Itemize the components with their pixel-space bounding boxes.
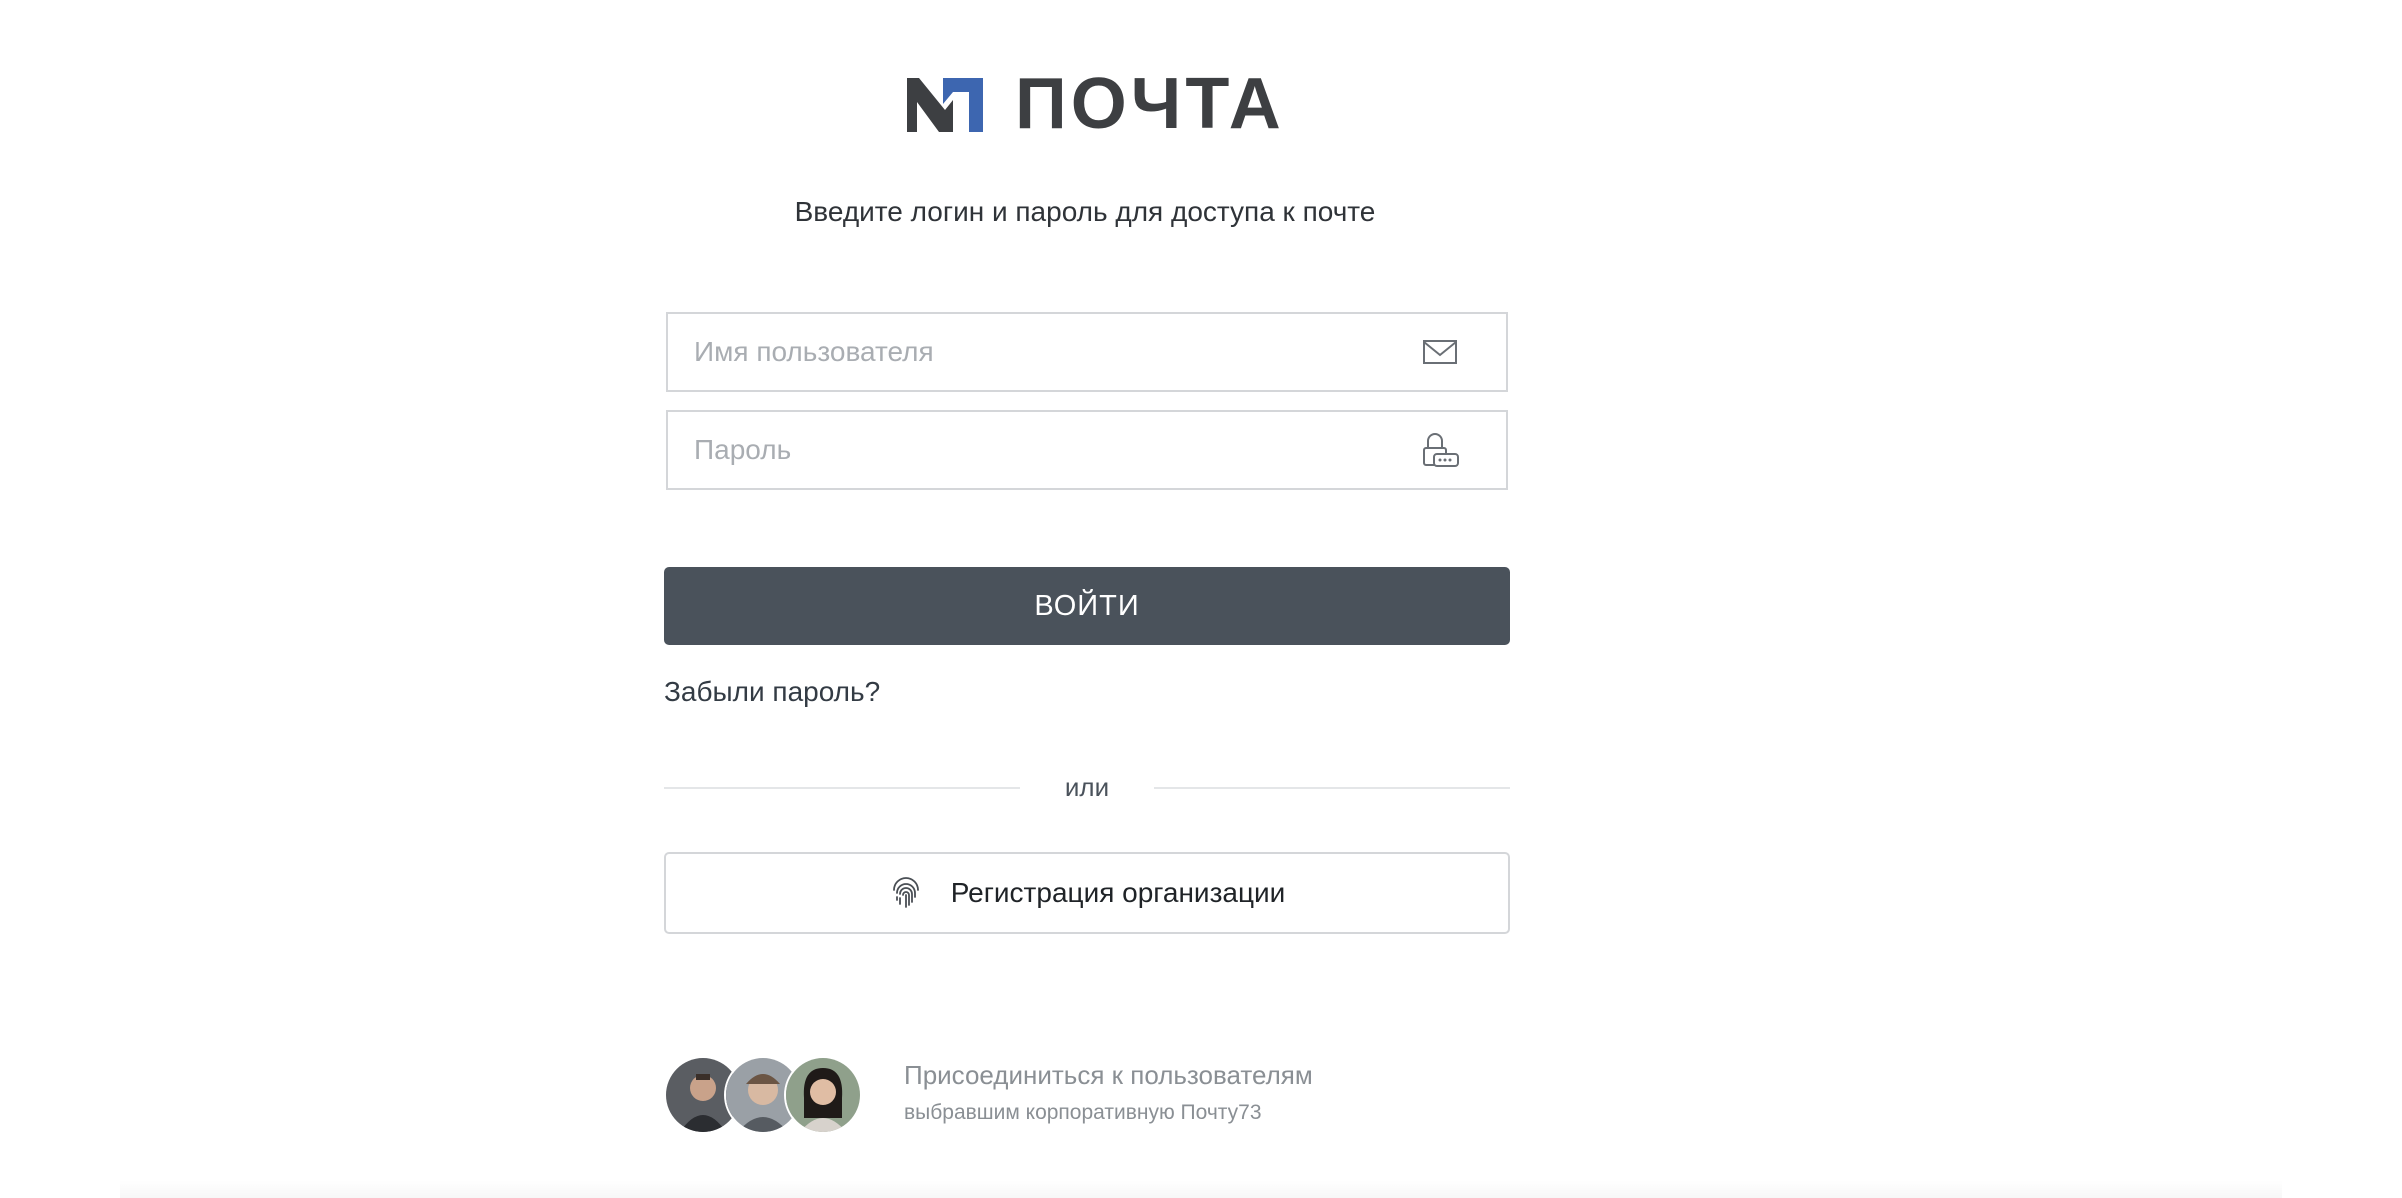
envelope-icon	[1423, 340, 1457, 364]
password-input[interactable]	[668, 412, 1506, 488]
promo-title: Присоединиться к пользователям	[904, 1060, 1313, 1090]
brand-logo: ПОЧТА	[905, 64, 1285, 144]
divider-line-right	[1154, 787, 1510, 789]
register-label: Регистрация организации	[950, 877, 1286, 908]
password-field-container	[666, 410, 1508, 490]
login-button[interactable]: ВОЙТИ	[664, 567, 1510, 645]
logo-mark-icon	[907, 78, 983, 132]
bottom-shadow	[120, 1180, 2282, 1198]
logo-text: ПОЧТА	[1015, 64, 1285, 144]
forgot-password-link[interactable]: Забыли пароль?	[664, 676, 880, 708]
avatar	[784, 1056, 862, 1134]
username-input[interactable]	[668, 314, 1506, 390]
username-field-container	[666, 312, 1508, 392]
lock-keyboard-icon	[1423, 433, 1459, 467]
or-divider: или	[664, 770, 1510, 804]
login-page: ПОЧТА Введите логин и пароль для доступа…	[0, 0, 2402, 1198]
promo-subtitle: выбравшим корпоративную Почту73	[904, 1101, 1262, 1124]
fingerprint-icon	[892, 877, 919, 908]
login-instructions: Введите логин и пароль для доступа к поч…	[794, 196, 1376, 227]
register-organization-button[interactable]: Регистрация организации	[664, 852, 1510, 934]
user-avatars	[664, 1056, 868, 1134]
